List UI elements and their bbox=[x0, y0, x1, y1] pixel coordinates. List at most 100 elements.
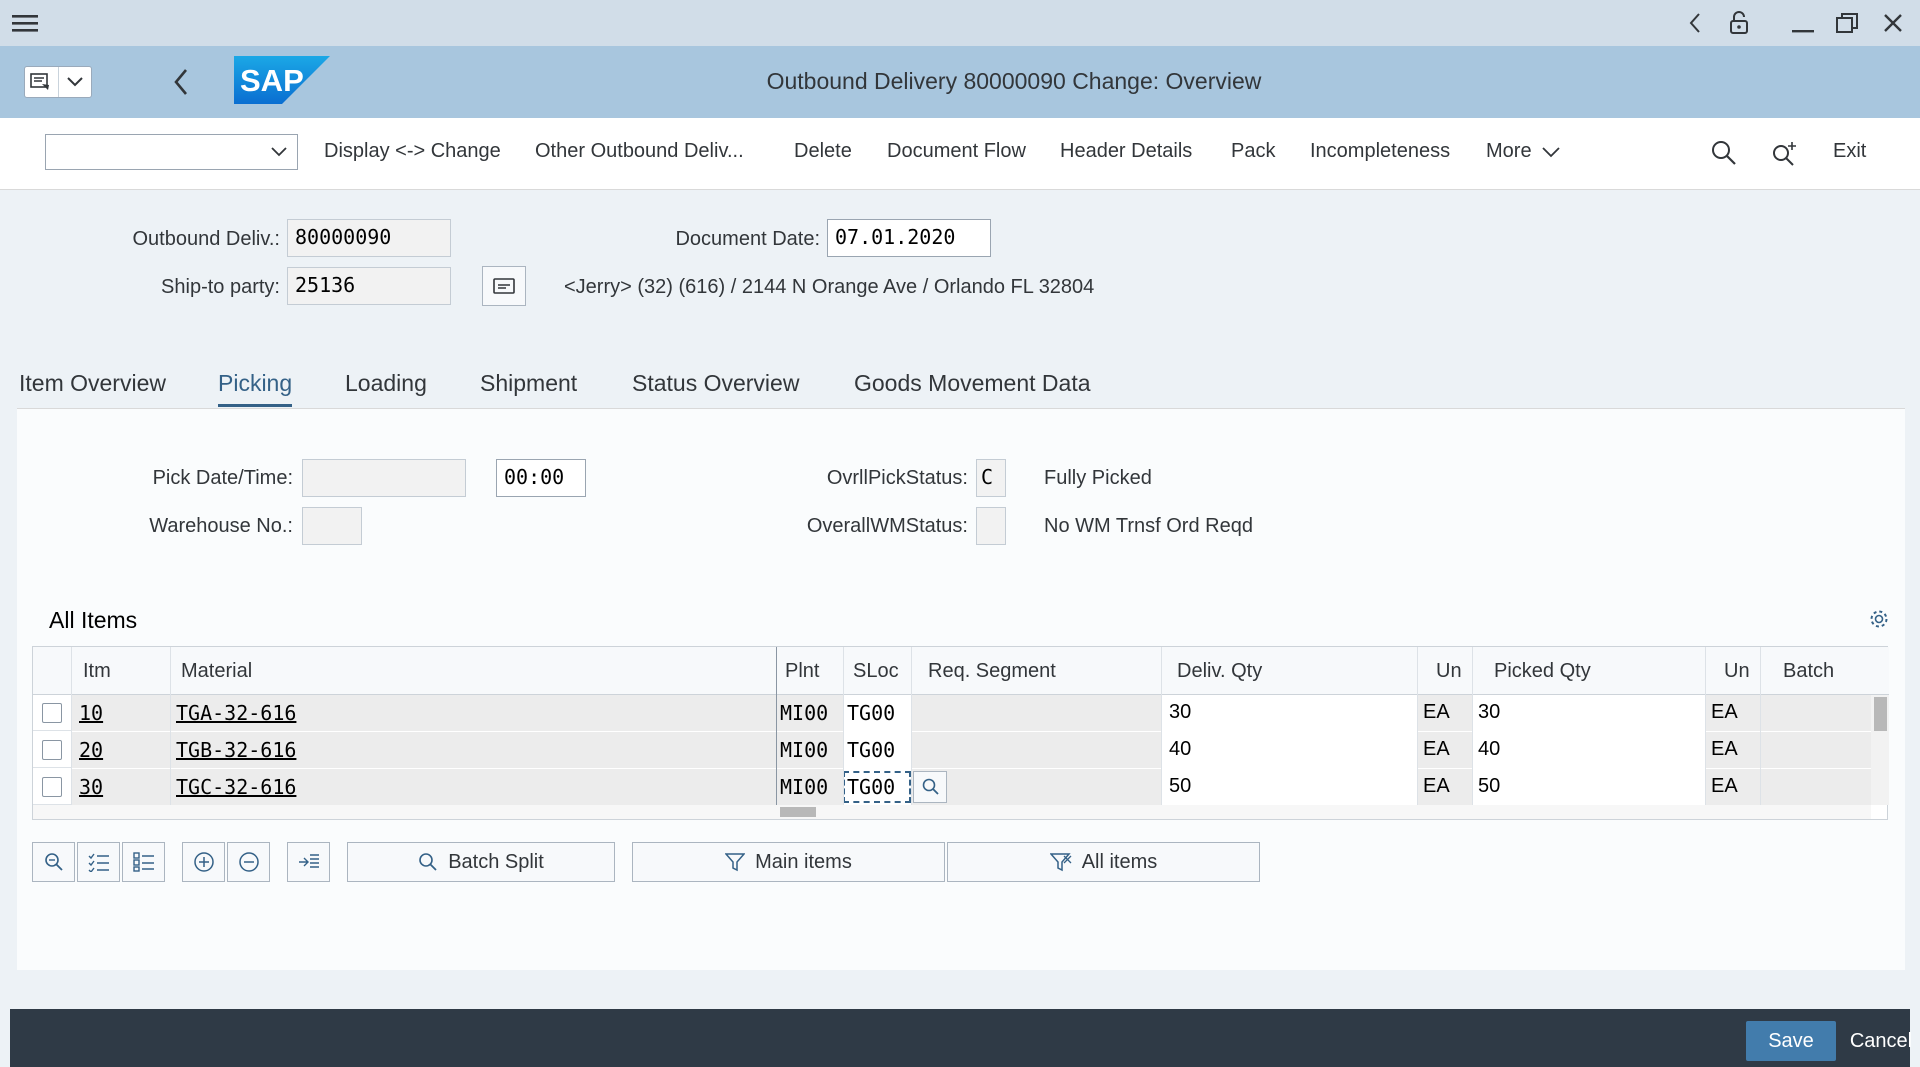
document-date-field[interactable]: 07.01.2020 bbox=[827, 219, 991, 257]
picked-qty-field[interactable]: 40 bbox=[1478, 738, 1500, 761]
tab-item-overview[interactable]: Item Overview bbox=[19, 370, 166, 397]
minimize-icon[interactable] bbox=[1788, 8, 1818, 38]
col-header-itm[interactable]: Itm bbox=[83, 660, 111, 683]
picked-qty-field[interactable]: 50 bbox=[1478, 775, 1500, 798]
tab-loading[interactable]: Loading bbox=[345, 370, 427, 397]
table-row[interactable]: 30 TGC-32-616 MI00 TG00 50 EA 50 EA bbox=[33, 769, 1871, 805]
search-plus-icon[interactable] bbox=[1771, 140, 1799, 168]
row-selector[interactable] bbox=[33, 732, 71, 768]
sloc-field[interactable]: TG00 bbox=[847, 738, 895, 762]
filter-icon bbox=[725, 853, 746, 872]
material-link[interactable]: TGB-32-616 bbox=[176, 738, 296, 762]
sloc-field[interactable]: TG00 bbox=[847, 701, 895, 725]
sloc-field[interactable]: TG00 bbox=[847, 775, 895, 799]
table-settings-icon[interactable] bbox=[1868, 608, 1892, 632]
horizontal-scrollbar-thumb[interactable] bbox=[780, 807, 816, 817]
main-items-button[interactable]: Main items bbox=[632, 842, 945, 882]
all-items-label: All items bbox=[1081, 850, 1158, 873]
exit-button[interactable]: Exit bbox=[1833, 140, 1893, 163]
col-header-plnt[interactable]: Plnt bbox=[785, 660, 819, 683]
indent-button[interactable] bbox=[287, 842, 330, 882]
collapse-left-icon[interactable] bbox=[1680, 8, 1710, 38]
more-button[interactable]: More bbox=[1486, 140, 1576, 163]
row-checkbox[interactable] bbox=[42, 740, 62, 760]
tab-shipment[interactable]: Shipment bbox=[480, 370, 577, 397]
add-row-button[interactable] bbox=[182, 842, 225, 882]
search-icon[interactable] bbox=[1711, 140, 1739, 168]
tab-strip: Item Overview Picking Loading Shipment S… bbox=[0, 360, 1920, 410]
address-display-button[interactable] bbox=[482, 266, 526, 306]
command-field-select[interactable] bbox=[45, 134, 298, 170]
deliv-qty-field[interactable]: 50 bbox=[1169, 775, 1191, 798]
plant-value: MI00 bbox=[780, 701, 829, 725]
other-outbound-delivery-button[interactable]: Other Outbound Deliv... bbox=[535, 140, 835, 163]
back-icon[interactable] bbox=[166, 64, 196, 100]
table-row[interactable]: 20 TGB-32-616 MI00 TG00 40 EA 40 EA bbox=[33, 732, 1871, 768]
overall-pick-status-text: Fully Picked bbox=[1044, 467, 1152, 489]
col-header-sloc[interactable]: SLoc bbox=[853, 660, 899, 683]
overall-wm-status-field[interactable] bbox=[976, 507, 1006, 545]
tab-picking[interactable]: Picking bbox=[218, 370, 293, 407]
hamburger-menu-icon[interactable] bbox=[10, 8, 40, 38]
row-selector[interactable] bbox=[33, 695, 71, 731]
delete-row-button[interactable] bbox=[227, 842, 270, 882]
picked-qty-field[interactable]: 30 bbox=[1478, 701, 1500, 724]
table-row[interactable]: 10 TGA-32-616 MI00 TG00 30 EA 30 EA bbox=[33, 695, 1871, 731]
item-number-link[interactable]: 20 bbox=[79, 738, 103, 762]
batch-split-button[interactable]: Batch Split bbox=[347, 842, 615, 882]
col-header-un[interactable]: Un bbox=[1436, 660, 1462, 683]
vertical-scrollbar[interactable] bbox=[1871, 695, 1889, 805]
column-divider bbox=[1417, 647, 1418, 805]
unit-value: EA bbox=[1423, 701, 1450, 723]
col-header-picked-qty[interactable]: Picked Qty bbox=[1494, 660, 1591, 683]
col-header-deliv-qty[interactable]: Deliv. Qty bbox=[1177, 660, 1262, 683]
vertical-scrollbar-thumb[interactable] bbox=[1874, 697, 1887, 731]
item-number-link[interactable]: 30 bbox=[79, 775, 103, 799]
deselect-all-button[interactable] bbox=[122, 842, 165, 882]
material-link[interactable]: TGA-32-616 bbox=[176, 701, 296, 725]
table-title: All Items bbox=[49, 607, 138, 633]
column-divider bbox=[1760, 647, 1761, 805]
outbound-delivery-field[interactable]: 80000090 bbox=[287, 219, 451, 257]
col-header-batch[interactable]: Batch bbox=[1783, 660, 1834, 683]
value-help-button[interactable] bbox=[913, 771, 947, 803]
col-header-material[interactable]: Material bbox=[181, 660, 252, 683]
menu-icon[interactable] bbox=[25, 67, 58, 97]
row-checkbox[interactable] bbox=[42, 777, 62, 797]
horizontal-scrollbar[interactable] bbox=[33, 805, 1871, 819]
select-all-button[interactable] bbox=[77, 842, 120, 882]
unit-value: EA bbox=[1423, 775, 1450, 797]
sloc-focused-cell[interactable]: TG00 bbox=[843, 769, 911, 805]
warehouse-number-field[interactable] bbox=[302, 507, 362, 545]
pick-time-field[interactable]: 00:00 bbox=[496, 459, 586, 497]
deliv-qty-field[interactable]: 30 bbox=[1169, 701, 1191, 724]
more-label: More bbox=[1486, 140, 1532, 162]
save-button[interactable]: Save bbox=[1746, 1021, 1836, 1061]
deliv-qty-field[interactable]: 40 bbox=[1169, 738, 1191, 761]
menu-button[interactable] bbox=[24, 66, 92, 98]
unlock-icon[interactable] bbox=[1724, 8, 1754, 38]
restore-icon[interactable] bbox=[1832, 8, 1862, 38]
find-button[interactable] bbox=[32, 842, 75, 882]
row-checkbox[interactable] bbox=[42, 703, 62, 723]
value-help-icon bbox=[922, 778, 939, 795]
col-header-un-2[interactable]: Un bbox=[1724, 660, 1750, 683]
all-items-button[interactable]: All items bbox=[947, 842, 1260, 882]
pick-date-field[interactable] bbox=[302, 459, 466, 497]
outbound-delivery-label: Outbound Deliv.: bbox=[132, 228, 281, 250]
overall-pick-status-field[interactable]: C bbox=[976, 459, 1006, 497]
list-icon bbox=[132, 852, 154, 872]
tab-goods-movement-data[interactable]: Goods Movement Data bbox=[854, 370, 1091, 397]
cancel-button[interactable]: Cancel bbox=[1846, 1021, 1916, 1061]
tab-status-overview[interactable]: Status Overview bbox=[632, 370, 799, 397]
close-icon[interactable] bbox=[1878, 8, 1908, 38]
row-selector[interactable] bbox=[33, 769, 71, 805]
warehouse-number-label: Warehouse No.: bbox=[149, 515, 293, 537]
ship-to-party-field[interactable]: 25136 bbox=[287, 267, 451, 305]
chevron-down-icon[interactable] bbox=[57, 67, 91, 97]
col-header-req-segment[interactable]: Req. Segment bbox=[928, 660, 1056, 683]
material-link[interactable]: TGC-32-616 bbox=[176, 775, 296, 799]
address-card-icon bbox=[493, 278, 515, 294]
column-divider bbox=[843, 647, 844, 805]
item-number-link[interactable]: 10 bbox=[79, 701, 103, 725]
